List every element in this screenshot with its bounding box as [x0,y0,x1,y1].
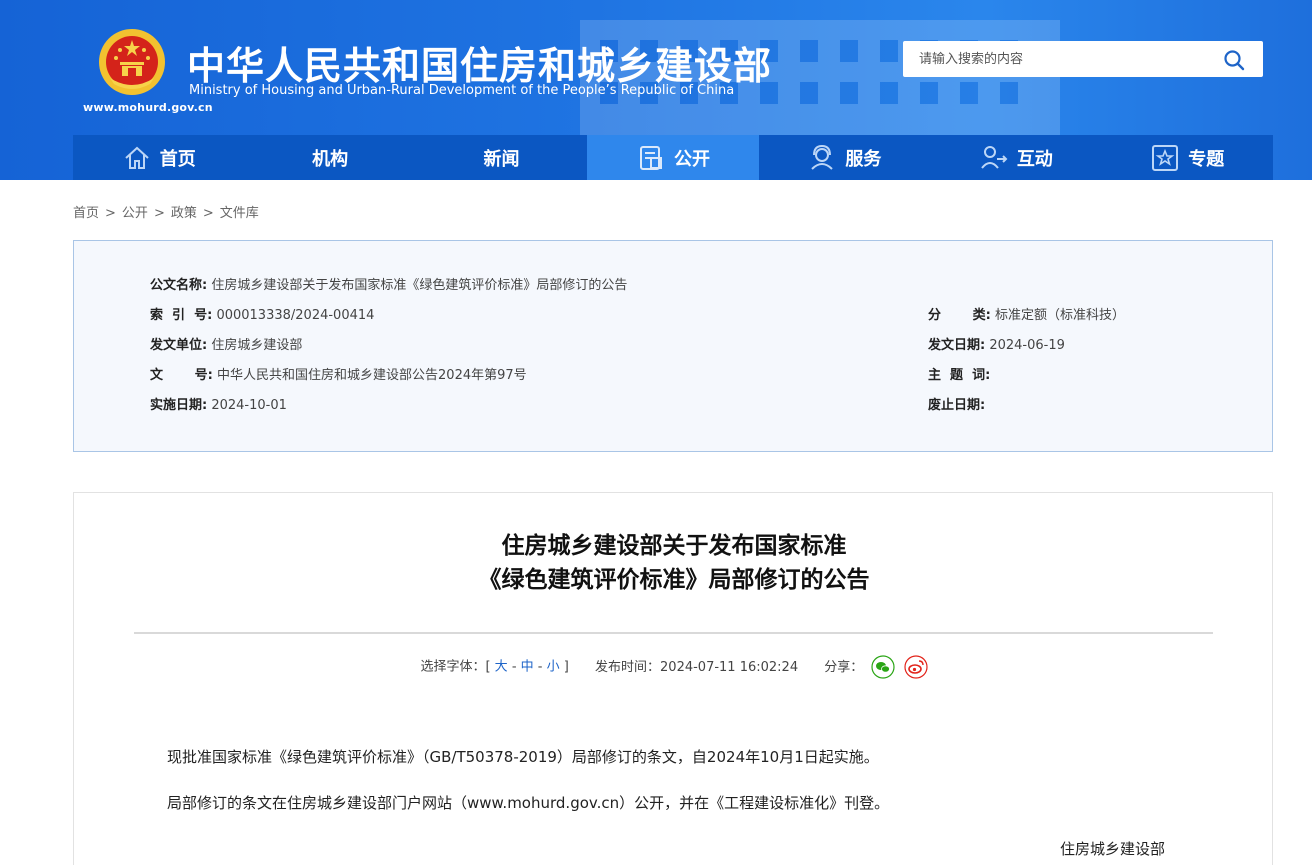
nav-item-label: 公开 [673,148,710,170]
nav-item-home[interactable]: 首页 [73,135,244,180]
info-docno-row: 文 号: 中华人民共和国住房和城乡建设部公告2024年第97号 [150,364,527,383]
info-issuer-row: 发文单位: 住房城乡建设部 [150,334,302,353]
info-label: 发文日期: [928,338,986,353]
info-value: 住房城乡建设部关于发布国家标准《绿色建筑评价标准》局部修订的公告 [211,278,628,293]
article-signature: 住房城乡建设部 [1060,840,1166,858]
interaction-icon [981,145,1008,169]
font-size-close: ] [563,659,569,675]
nav-item-organization[interactable]: 机构 [244,135,415,180]
info-label: 公文名称: [150,278,208,293]
info-value: 2024-06-19 [989,338,1065,353]
article-paragraph-1: 现批准国家标准《绿色建筑评价标准》（GB/T50378-2019）局部修订的条文… [167,748,879,766]
breadcrumb-separator: > [105,206,116,221]
info-label: 分 类: [928,308,991,323]
weibo-icon[interactable] [903,655,928,679]
nav-item-label: 互动 [1016,148,1053,170]
article-meta: 选择字体：[ 大 - 中 - 小 ] 发布时间：2024-07-11 16:02… [74,655,1274,679]
site-title-cn: 中华人民共和国住房和城乡建设部 [187,44,773,88]
search-input[interactable] [903,41,1213,77]
publish-label: 发布时间： [595,659,661,675]
info-keywords-row: 主 题 词: [928,364,990,383]
nav-item-label: 首页 [159,148,196,170]
wechat-icon[interactable] [871,655,896,679]
publish-value: 2024-07-11 16:02:24 [660,659,799,675]
info-value: 2024-10-01 [211,398,287,413]
font-small-link[interactable]: 小 [547,660,560,675]
font-medium-link[interactable]: 中 [521,660,534,675]
breadcrumb-policy[interactable]: 政策 [171,206,197,221]
article-title-line1: 住房城乡建设部关于发布国家标准 [501,533,847,559]
font-size-label: 选择字体：[ [420,659,491,675]
breadcrumb-public[interactable]: 公开 [122,206,148,221]
service-icon [811,144,834,170]
breadcrumb-separator: > [202,206,214,221]
article-panel: 住房城乡建设部关于发布国家标准 《绿色建筑评价标准》局部修订的公告 选择字体：[… [73,492,1273,865]
nav-item-label: 机构 [312,148,349,170]
info-value: 住房城乡建设部 [211,338,303,353]
info-value: 标准定额（标准科技） [995,308,1126,323]
info-label: 发文单位: [150,338,208,353]
article-title-line2: 《绿色建筑评价标准》局部修订的公告 [478,567,870,593]
font-large-link[interactable]: 大 [495,660,508,675]
info-date-row: 发文日期: 2024-06-19 [928,334,1065,353]
publish-time: 发布时间：2024-07-11 16:02:24 [595,660,802,675]
info-label: 索 引 号: [150,308,213,323]
document-icon [639,145,662,170]
nav-item-topics[interactable]: 专题 [1102,135,1273,180]
info-title-row: 公文名称: 住房城乡建设部关于发布国家标准《绿色建筑评价标准》局部修订的公告 [150,274,627,293]
info-expiry-row: 废止日期: [928,394,985,413]
share-label: 分享： [824,659,864,675]
site-title-en: Ministry of Housing and Urban-Rural Deve… [189,83,735,98]
breadcrumb-separator: > [153,206,165,221]
info-label: 文 号: [150,368,213,383]
nav-item-service[interactable]: 服务 [759,135,930,180]
article-paragraph-2: 局部修订的条文在住房城乡建设部门户网站（www.mohurd.gov.cn）公开… [167,794,890,812]
info-index-row: 索 引 号: 000013338/2024-00414 [150,304,374,323]
national-emblem-icon [99,29,165,95]
site-url: www.mohurd.gov.cn [83,101,213,114]
nav-item-news[interactable]: 新闻 [416,135,587,180]
info-label: 废止日期: [928,398,986,413]
info-category-row: 分 类: 标准定额（标准科技） [928,304,1125,323]
info-value: 000013338/2024-00414 [216,308,375,323]
nav-item-public[interactable]: 公开 [587,135,759,180]
font-size-selector: 选择字体：[ 大 - 中 - 小 ] [420,659,569,675]
star-icon [1152,144,1179,171]
title-divider [134,632,1213,634]
info-label: 主 题 词: [928,368,991,383]
nav-item-label: 专题 [1188,148,1225,170]
info-effective-row: 实施日期: 2024-10-01 [150,394,287,413]
home-icon [125,146,149,169]
info-label: 实施日期: [150,398,208,413]
search-icon[interactable] [1223,49,1245,71]
nav-item-label: 服务 [845,148,882,170]
article-title: 住房城乡建设部关于发布国家标准 《绿色建筑评价标准》局部修订的公告 [74,529,1274,597]
search-box [903,41,1263,77]
breadcrumb-home[interactable]: 首页 [73,206,99,221]
info-value: 中华人民共和国住房和城乡建设部公告2024年第97号 [217,368,527,383]
breadcrumb: 首页 > 公开 > 政策 > 文件库 [73,202,259,221]
nav-item-label: 新闻 [483,148,520,170]
breadcrumb-file-library[interactable]: 文件库 [220,206,259,221]
nav-item-interaction[interactable]: 互动 [930,135,1101,180]
document-info-panel: 公文名称: 住房城乡建设部关于发布国家标准《绿色建筑评价标准》局部修订的公告 索… [73,240,1273,452]
main-nav: 首页 机构 新闻 公开 服务 互动 专题 [73,135,1273,180]
